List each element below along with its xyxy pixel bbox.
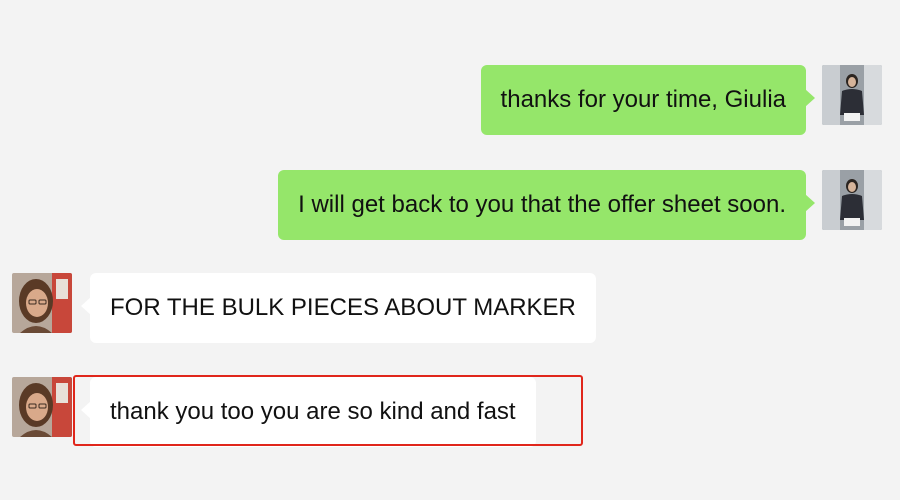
message-bubble-received[interactable]: thank you too you are so kind and fast: [81, 377, 536, 447]
message-bubble-sent[interactable]: I will get back to you that the offer sh…: [278, 170, 815, 240]
message-row-received: FOR THE BULK PIECES ABOUT MARKER: [12, 273, 596, 343]
chat-window: thanks for your time, Giulia I will get …: [0, 0, 900, 500]
message-row-received: thank you too you are so kind and fast: [12, 377, 536, 447]
message-bubble-sent[interactable]: thanks for your time, Giulia: [480, 65, 816, 135]
user-avatar-icon[interactable]: [822, 65, 882, 125]
user-avatar-icon[interactable]: [822, 170, 882, 230]
contact-avatar-icon[interactable]: [12, 377, 72, 437]
message-row-sent: I will get back to you that the offer sh…: [278, 170, 882, 240]
message-row-sent: thanks for your time, Giulia: [480, 65, 882, 135]
message-bubble-received[interactable]: FOR THE BULK PIECES ABOUT MARKER: [81, 273, 596, 343]
contact-avatar-icon[interactable]: [12, 273, 72, 333]
